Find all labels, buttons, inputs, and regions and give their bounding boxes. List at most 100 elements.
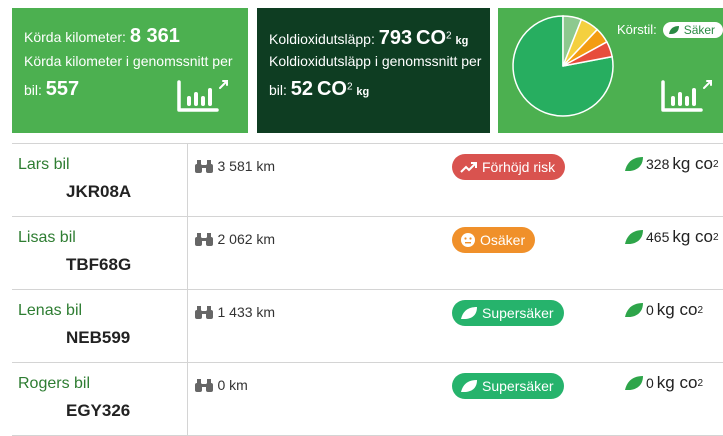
car-cell: Rogers bil EGY326 — [12, 362, 188, 436]
car-plate: EGY326 — [66, 401, 131, 420]
car-plate: TBF68G — [66, 255, 132, 274]
distance: 1 433 km — [194, 304, 276, 320]
car-name[interactable]: Lisas bil — [18, 229, 187, 247]
risk-label: Supersäker — [482, 378, 554, 394]
co2-cell: 328 kg co 2 — [624, 143, 723, 217]
neutral-face-icon — [461, 233, 475, 247]
risk-label: Förhöjd risk — [482, 159, 556, 175]
driving-style-value: Säker — [683, 23, 716, 37]
co2-value: 0 — [646, 375, 654, 391]
km-total-value: 8 361 — [129, 25, 180, 47]
risk-badge: Supersäker — [452, 373, 564, 399]
co2-value: 328 — [646, 156, 670, 172]
car-plate: NEB599 — [66, 328, 131, 347]
car-name[interactable]: Lars bil — [18, 156, 187, 174]
co2-avg-kg: kg — [356, 86, 370, 98]
stats-expand-icon[interactable] — [177, 76, 229, 114]
co2-unit: kg co — [672, 154, 713, 173]
trend-up-icon — [460, 162, 477, 173]
distance-cell: 2 062 km — [187, 216, 452, 290]
co2-avg: bil: 52 CO2 kg — [269, 78, 369, 101]
co2-sup: 2 — [697, 377, 703, 389]
summary-cards: Körda kilometer: 8 361 Körda kilometer i… — [12, 8, 723, 133]
km-avg-label-end: bil: — [24, 82, 42, 98]
binoculars-icon — [194, 305, 213, 319]
co2-emission: 465 kg co 2 — [624, 227, 719, 247]
co2-card: Koldioxidutsläpp: 793 CO2 kg Koldioxidut… — [257, 8, 490, 133]
km-avg-value: 557 — [45, 78, 80, 100]
distance-value: 3 581 km — [217, 158, 276, 174]
leaf-icon — [625, 376, 643, 390]
co2-avg-sup: 2 — [346, 81, 353, 93]
co2-avg-unit: CO — [316, 78, 347, 100]
car-cell: Lenas bil NEB599 — [12, 289, 188, 363]
distance-cell: 1 433 km — [187, 289, 452, 363]
leaf-icon — [669, 26, 680, 34]
driving-style-badge: Säker — [663, 22, 723, 38]
km-avg-label: Körda kilometer i genomssnitt per — [24, 53, 233, 69]
co2-emission: 0 kg co 2 — [624, 300, 703, 320]
distance-cell: 3 581 km — [187, 143, 452, 217]
risk-cell: Supersäker — [452, 289, 624, 363]
car-name[interactable]: Rogers bil — [18, 375, 187, 393]
co2-unit: kg co — [656, 373, 698, 392]
car-cell: Lars bil JKR08A — [12, 143, 188, 217]
co2-total: Koldioxidutsläpp: 793 CO2 kg — [269, 27, 468, 50]
leaf-icon — [625, 230, 643, 244]
co2-sup: 2 — [697, 304, 703, 316]
co2-value: 465 — [646, 229, 670, 245]
co2-sup: 2 — [713, 158, 719, 170]
co2-total-value: 793 — [378, 27, 413, 49]
co2-value: 0 — [646, 302, 654, 318]
leaf-icon — [461, 307, 477, 319]
co2-unit: kg co — [672, 227, 713, 246]
table-row[interactable]: Rogers bil EGY326 0 km Supersäker 0 kg co… — [12, 362, 723, 436]
binoculars-icon — [194, 159, 213, 173]
distance: 2 062 km — [194, 231, 276, 247]
driving-style-card: Körstil: Säker — [498, 8, 723, 133]
table-row[interactable]: Lisas bil TBF68G 2 062 km Osäker 465 kg c… — [12, 216, 723, 290]
leaf-icon — [625, 303, 643, 317]
table-row[interactable]: Lenas bil NEB599 1 433 km Supersäker 0 kg… — [12, 289, 723, 363]
risk-label: Supersäker — [482, 305, 554, 321]
car-cell: Lisas bil TBF68G — [12, 216, 188, 290]
risk-badge: Förhöjd risk — [452, 154, 566, 180]
table-row[interactable]: Lars bil JKR08A 3 581 km Förhöjd risk 32… — [12, 143, 723, 217]
risk-label: Osäker — [480, 232, 526, 248]
co2-total-kg: kg — [455, 35, 469, 47]
distance-value: 0 km — [217, 377, 248, 393]
co2-emission: 328 kg co 2 — [624, 154, 719, 174]
distance-value: 1 433 km — [217, 304, 276, 320]
co2-avg-value: 52 — [290, 78, 314, 100]
co2-cell: 0 kg co 2 — [624, 362, 723, 436]
risk-cell: Osäker — [452, 216, 624, 290]
leaf-icon — [461, 380, 477, 392]
driving-style-pie — [512, 15, 614, 117]
co2-total-sup: 2 — [446, 30, 452, 42]
car-name[interactable]: Lenas bil — [18, 302, 187, 320]
co2-avg-label-end: bil: — [269, 82, 287, 98]
driving-style-label: Körstil: — [617, 22, 657, 37]
distance: 0 km — [194, 377, 248, 393]
leaf-icon — [625, 157, 643, 171]
car-plate: JKR08A — [66, 182, 132, 201]
co2-avg-label: Koldioxidutsläpp i genomssnitt per — [269, 53, 482, 69]
co2-cell: 465 kg co 2 — [624, 216, 723, 290]
distance-value: 2 062 km — [217, 231, 276, 247]
co2-total-label: Koldioxidutsläpp: — [269, 31, 375, 47]
risk-badge: Supersäker — [452, 300, 564, 326]
co2-unit: kg co — [656, 300, 698, 319]
co2-cell: 0 kg co 2 — [624, 289, 723, 363]
co2-sup: 2 — [713, 231, 719, 243]
co2-total-unit: CO — [416, 27, 447, 49]
cars-table: Lars bil JKR08A 3 581 km Förhöjd risk 32… — [12, 143, 723, 436]
stats-expand-icon[interactable] — [661, 76, 713, 114]
risk-badge: Osäker — [452, 227, 536, 253]
driving-style: Körstil: Säker — [617, 22, 723, 38]
km-total: Körda kilometer: 8 361 — [24, 25, 180, 48]
distance-cell: 0 km — [187, 362, 452, 436]
km-total-label: Körda kilometer: — [24, 29, 126, 45]
co2-emission: 0 kg co 2 — [624, 373, 703, 393]
binoculars-icon — [194, 378, 213, 392]
distance: 3 581 km — [194, 158, 276, 174]
